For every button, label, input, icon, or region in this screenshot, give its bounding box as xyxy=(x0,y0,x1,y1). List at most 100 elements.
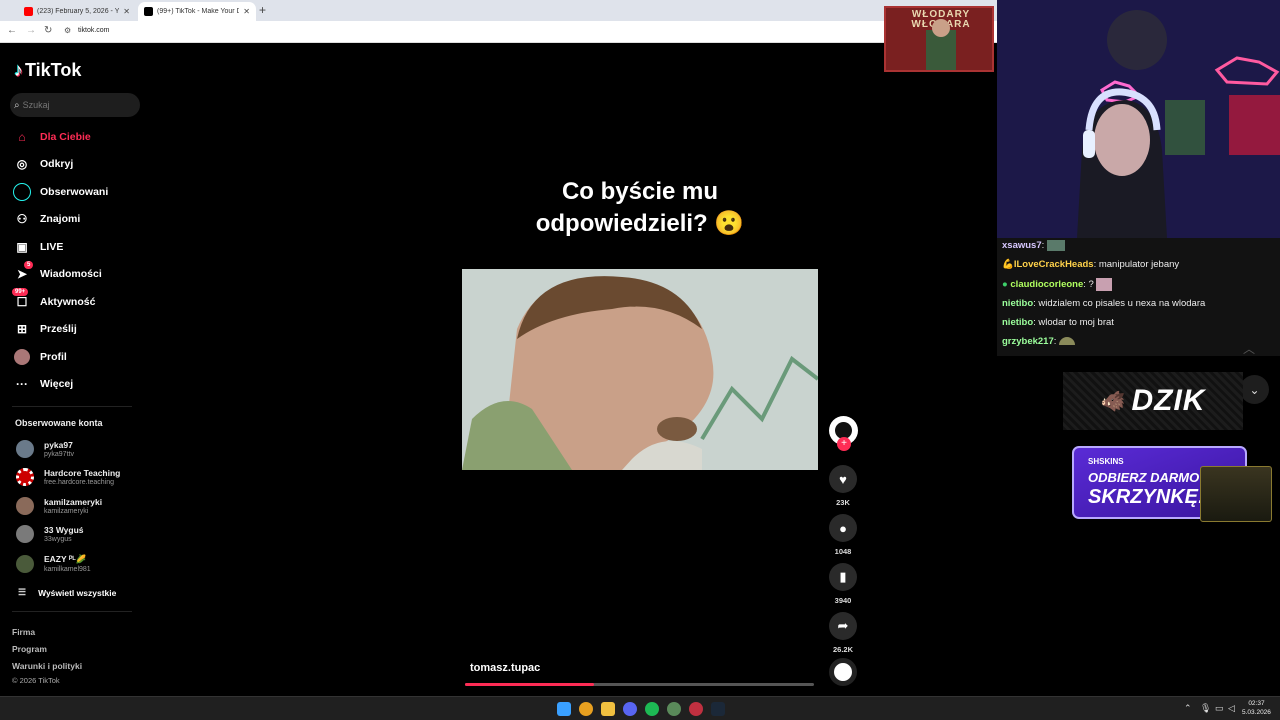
emote-icon xyxy=(1046,240,1065,251)
share-count: 26.2K xyxy=(832,645,853,654)
footer-link-company[interactable]: Firma xyxy=(12,627,35,637)
activity-badge: 99+ xyxy=(12,288,29,296)
volume-icon[interactable]: ◁ xyxy=(1228,703,1235,714)
brand-name: TikTok xyxy=(25,60,82,80)
chevron-up-icon[interactable]: ⌃ xyxy=(1184,703,1192,714)
follow-plus-icon[interactable]: + xyxy=(837,437,851,451)
network-icon[interactable]: ▭ xyxy=(1215,703,1224,714)
show-all-button[interactable]: ☰ Wyświetl wszystkie xyxy=(18,587,116,598)
verified-icon: ● xyxy=(1002,279,1008,291)
avatar xyxy=(16,468,34,486)
video-progress-bar[interactable] xyxy=(465,683,814,686)
browser-tab-youtube[interactable]: (223) February 5, 2026 - YouTub ✕ xyxy=(18,2,136,21)
site-info-icon[interactable]: ⚙ xyxy=(64,26,71,35)
close-icon[interactable]: ✕ xyxy=(243,7,250,16)
nav-following[interactable]: Obserwowani xyxy=(13,182,108,202)
author-avatar-button[interactable]: + xyxy=(829,416,858,459)
bookmark-icon: ▮ xyxy=(829,563,857,591)
chat-message: 💪ILoveCrackHeads: manipulator jebany xyxy=(1002,259,1180,270)
chat-message: grzybek217: xyxy=(1002,336,1076,347)
save-count: 3940 xyxy=(834,596,852,605)
nav-for-you[interactable]: ⌂ Dla Ciebie xyxy=(13,127,90,147)
comment-icon: ● xyxy=(829,514,857,542)
chat-message: ● claudiocorleone: ? xyxy=(1002,278,1113,291)
discord-icon[interactable] xyxy=(623,702,637,716)
music-disc-button[interactable] xyxy=(829,658,857,686)
friends-icon: ⚇ xyxy=(16,212,28,226)
comment-button[interactable]: ● 1048 xyxy=(829,514,857,556)
chevron-up-icon[interactable]: ︿ xyxy=(1243,340,1255,357)
search-input[interactable] xyxy=(22,100,123,110)
nav-activity[interactable]: ☐ 99+ Aktywność xyxy=(12,288,95,312)
microphone-icon[interactable]: 🎙 xyxy=(1200,703,1211,714)
search-icon: ⌕ xyxy=(14,99,20,111)
nav-more[interactable]: ··· Więcej xyxy=(13,374,73,394)
windows-start-icon[interactable] xyxy=(557,702,571,716)
avatar xyxy=(16,497,34,515)
spotify-icon[interactable] xyxy=(645,702,659,716)
nav-live[interactable]: ▣ LIVE xyxy=(13,237,63,257)
share-button[interactable]: ➦ 26.2K xyxy=(829,612,857,654)
account-item[interactable]: pyka97 pyka97ttv xyxy=(16,440,74,458)
nav-upload[interactable]: ⊞ Prześlij xyxy=(13,319,77,339)
account-item[interactable]: Hardcore Teaching free.hardcore.teaching xyxy=(16,468,120,486)
upload-icon: ⊞ xyxy=(16,322,28,336)
activity-icon: ☐ 99+ xyxy=(12,288,31,311)
chevron-down-icon[interactable]: ⌄ xyxy=(1240,375,1269,404)
comment-count: 1048 xyxy=(834,547,852,556)
video-author[interactable]: tomasz.tupac xyxy=(470,662,540,674)
following-accounts-title: Obserwowane konta xyxy=(15,418,103,428)
divider xyxy=(12,611,132,612)
poster-image: WŁODARY WŁODARA xyxy=(884,6,994,72)
back-icon[interactable]: ← xyxy=(7,25,17,36)
messages-icon: ➤ 5 xyxy=(13,261,34,283)
avatar xyxy=(16,440,34,458)
chat-message: nietibo: wlodar to moj brat xyxy=(1002,317,1114,328)
forward-icon[interactable]: → xyxy=(26,25,36,36)
footer-link-program[interactable]: Program xyxy=(12,644,47,654)
live-icon: ▣ xyxy=(16,240,28,254)
system-clock[interactable]: 02:37 5.03.2026 xyxy=(1242,699,1271,717)
url-text[interactable]: tiktok.com xyxy=(78,27,110,34)
account-item[interactable]: kamilzameryki kamilzameryki xyxy=(16,497,102,515)
emote-icon xyxy=(1096,278,1113,291)
close-icon[interactable]: ✕ xyxy=(123,7,130,16)
nav-explore[interactable]: ◎ Odkryj xyxy=(13,154,74,174)
home-icon: ⌂ xyxy=(18,130,26,144)
heart-icon: ♥ xyxy=(829,465,857,493)
reload-icon[interactable]: ↻ xyxy=(44,25,52,36)
boar-icon: 🐗 xyxy=(1100,390,1126,413)
video-frame-image xyxy=(462,269,818,470)
like-count: 23K xyxy=(836,498,850,507)
new-tab-button[interactable]: + xyxy=(259,3,266,17)
tiktok-icon xyxy=(144,7,153,16)
following-icon xyxy=(13,183,31,201)
chest-image xyxy=(1200,466,1272,522)
webcam-feed xyxy=(997,0,1280,238)
compass-icon: ◎ xyxy=(16,157,28,171)
folder-icon[interactable] xyxy=(601,702,615,716)
nav-messages[interactable]: ➤ 5 Wiadomości xyxy=(13,261,102,284)
chrome-icon[interactable] xyxy=(579,702,593,716)
chat-message: nietibo: widzialem co pisales u nexa na … xyxy=(1002,298,1206,309)
app-icon[interactable] xyxy=(689,702,703,716)
save-button[interactable]: ▮ 3940 xyxy=(829,563,857,605)
stream-chat: xsawus7: 💪ILoveCrackHeads: manipulator j… xyxy=(997,238,1280,356)
avatar xyxy=(16,525,34,543)
footer-link-terms[interactable]: Warunki i polityki xyxy=(12,661,82,671)
account-item[interactable]: EAZY ᴾᴸ🌽 kamilkamel981 xyxy=(16,554,91,573)
tiktok-logo[interactable]: ♪ TikTok xyxy=(14,60,81,81)
browser-tab-tiktok[interactable]: (99+) TikTok - Make Your Da ✕ xyxy=(138,2,256,21)
steam-icon[interactable] xyxy=(711,702,725,716)
tab-title: (223) February 5, 2026 - YouTub xyxy=(37,8,119,15)
nav-friends[interactable]: ⚇ Znajomi xyxy=(13,209,81,229)
account-item[interactable]: 33 Wyguś 33wygus xyxy=(16,525,84,543)
copyright: © 2026 TikTok xyxy=(12,676,60,685)
chrome-profile-icon[interactable] xyxy=(667,702,681,716)
video-player[interactable] xyxy=(462,269,818,470)
nav-profile[interactable]: Profil xyxy=(13,347,67,367)
more-icon: ··· xyxy=(16,377,28,391)
sponsor-dzik-banner: 🐗 DZIK xyxy=(1063,372,1243,430)
like-button[interactable]: ♥ 23K xyxy=(829,465,857,507)
search-box[interactable]: ⌕ xyxy=(10,93,140,117)
